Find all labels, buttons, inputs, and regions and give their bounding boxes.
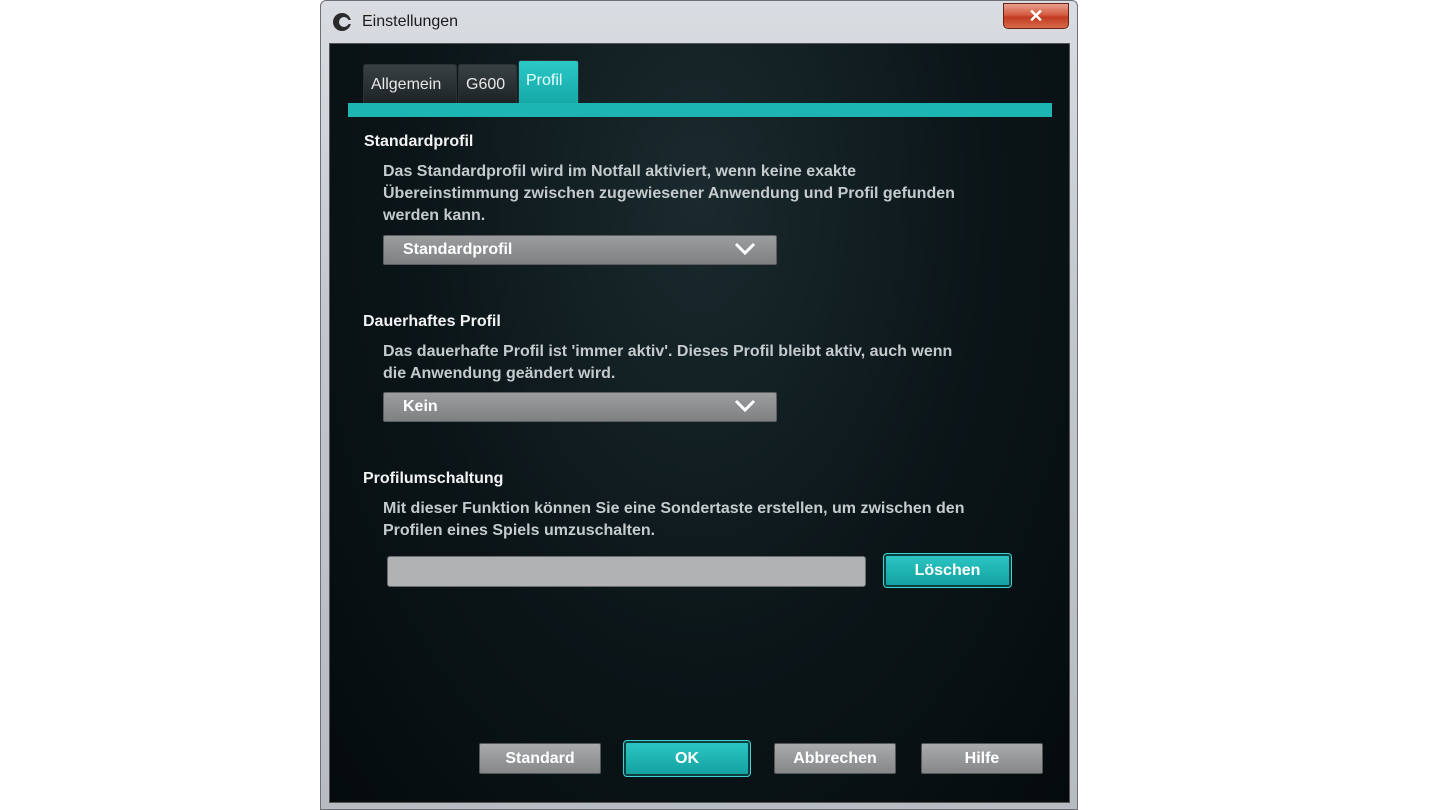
ok-button[interactable]: OK <box>623 740 751 777</box>
tab-label: Allgemein <box>371 76 442 93</box>
close-icon: ✕ <box>1028 6 1044 26</box>
close-button[interactable]: ✕ <box>1003 3 1069 29</box>
dropdown-selected-value: Kein <box>403 398 438 415</box>
dauerhaftes-profil-heading: Dauerhaftes Profil <box>363 313 501 330</box>
dauerhaftes-profil-description: Das dauerhafte Profil ist 'immer aktiv'.… <box>383 341 952 385</box>
logitech-logo-icon <box>333 13 353 31</box>
tab-label: G600 <box>466 76 506 93</box>
description-line: Das Standardprofil wird im Notfall aktiv… <box>383 163 857 180</box>
chevron-down-icon <box>734 242 756 256</box>
dialog-content: Allgemein G600 Profil Standardprofil Das… <box>329 43 1070 803</box>
standard-button[interactable]: Standard <box>479 743 601 774</box>
profilumschaltung-description: Mit dieser Funktion können Sie eine Sond… <box>383 498 964 542</box>
description-line: Das dauerhafte Profil ist 'immer aktiv'.… <box>383 343 953 360</box>
description-line: die Anwendung geändert wird. <box>383 365 616 382</box>
tab-allgemein[interactable]: Allgemein <box>363 64 457 104</box>
profile-switch-key-field[interactable] <box>387 556 866 587</box>
settings-window: Einstellungen ✕ Allgemein G600 Profil St… <box>320 0 1078 810</box>
description-line: werden kann. <box>383 207 486 224</box>
standardprofil-description: Das Standardprofil wird im Notfall aktiv… <box>383 161 955 227</box>
help-button[interactable]: Hilfe <box>921 743 1043 774</box>
standardprofil-dropdown[interactable]: Standardprofil <box>383 235 777 265</box>
dauerhaftes-profil-dropdown[interactable]: Kein <box>383 392 777 422</box>
cancel-button[interactable]: Abbrechen <box>774 743 896 774</box>
clear-button[interactable]: Löschen <box>883 553 1012 588</box>
title-bar[interactable]: Einstellungen ✕ <box>321 1 1077 41</box>
window-title: Einstellungen <box>362 13 459 30</box>
chevron-down-icon <box>734 399 756 413</box>
dropdown-selected-value: Standardprofil <box>403 241 513 258</box>
tab-g600[interactable]: G600 <box>458 64 517 104</box>
description-line: Profilen eines Spiels umzuschalten. <box>383 522 656 539</box>
tab-profil[interactable]: Profil <box>518 60 579 104</box>
tab-label: Profil <box>526 72 563 89</box>
tab-underline <box>348 103 1052 117</box>
description-line: Übereinstimmung zwischen zugewiesener An… <box>383 185 955 202</box>
profilumschaltung-heading: Profilumschaltung <box>363 470 504 487</box>
standardprofil-heading: Standardprofil <box>364 133 474 150</box>
description-line: Mit dieser Funktion können Sie eine Sond… <box>383 500 965 517</box>
